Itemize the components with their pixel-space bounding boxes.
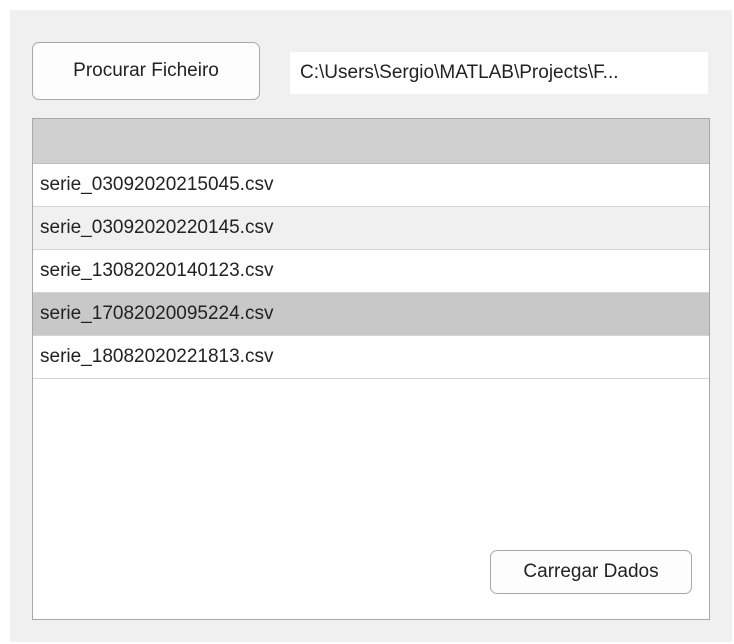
load-data-button[interactable]: Carregar Dados [490, 550, 692, 594]
list-item[interactable]: serie_03092020215045.csv [33, 164, 709, 207]
list-item-selected[interactable]: serie_17082020095224.csv [33, 293, 709, 336]
browse-file-button[interactable]: Procurar Ficheiro [32, 42, 260, 100]
file-path-field: C:\Users\Sergio\MATLAB\Projects\F... [290, 52, 708, 94]
list-header [33, 119, 709, 164]
list-item[interactable]: serie_03092020220145.csv [33, 207, 709, 250]
list-item[interactable]: serie_13082020140123.csv [33, 250, 709, 293]
file-listbox[interactable]: serie_03092020215045.csv serie_030920202… [32, 118, 710, 620]
list-item[interactable]: serie_18082020221813.csv [33, 336, 709, 379]
